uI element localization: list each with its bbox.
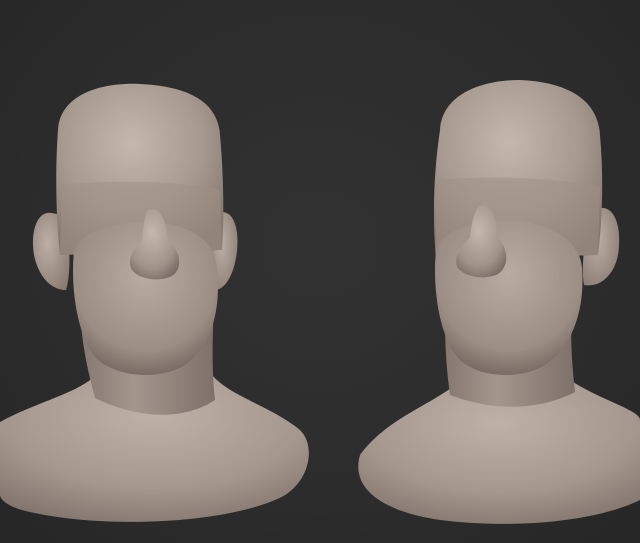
sculpt-viewport[interactable] [0, 0, 640, 543]
right-sculpt-head[interactable] [358, 80, 640, 524]
sculpt-render [0, 80, 640, 524]
left-sculpt-head[interactable] [0, 83, 309, 522]
